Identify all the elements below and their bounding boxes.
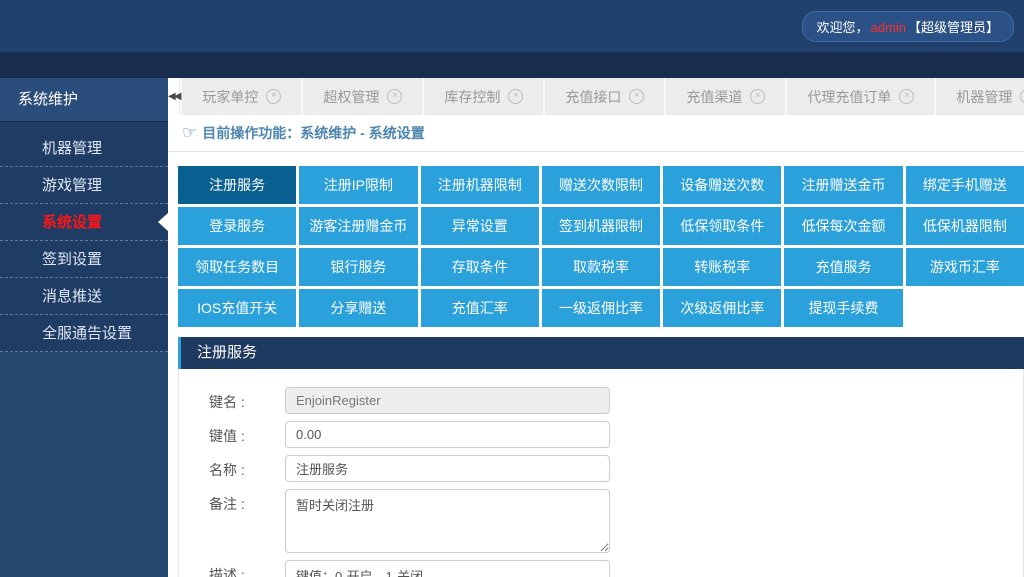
- tab-label: 库存控制: [444, 87, 500, 107]
- user-role: 【超级管理员】: [908, 20, 999, 35]
- form-field-remark: 备注 :: [209, 489, 1023, 553]
- field-input-name[interactable]: [285, 455, 610, 482]
- field-label-keyvalue: 键值 :: [209, 421, 271, 448]
- field-input-keyvalue[interactable]: [285, 421, 610, 448]
- sidebar-filler: [0, 352, 168, 577]
- tab-玩家单控[interactable]: 玩家单控 ×: [182, 78, 301, 115]
- sidebar-menu: 机器管理游戏管理系统设置签到设置消息推送全服通告设置: [0, 122, 168, 352]
- setting-button-次级返佣比率[interactable]: 次级返佣比率: [663, 289, 781, 327]
- app-body: 系统维护 机器管理游戏管理系统设置签到设置消息推送全服通告设置 ◀◀ 玩家单控×…: [0, 78, 1024, 577]
- setting-button-注册服务[interactable]: 注册服务: [178, 166, 296, 204]
- setting-button-提现手续费[interactable]: 提现手续费: [784, 289, 902, 327]
- content-area: ◀◀ 玩家单控 × 超权管理 × 库存控制 × 充值接口 × 充值渠道 × 代理充值订单 × 机器管理 ×…: [168, 78, 1024, 577]
- setting-button-登录服务[interactable]: 登录服务: [178, 207, 296, 245]
- tab-代理充值订单[interactable]: 代理充值订单 ×: [787, 78, 934, 115]
- setting-button-游戏币汇率[interactable]: 游戏币汇率: [906, 248, 1024, 286]
- setting-button-异常设置[interactable]: 异常设置: [421, 207, 539, 245]
- setting-button-低保领取条件[interactable]: 低保领取条件: [663, 207, 781, 245]
- tab-充值渠道[interactable]: 充值渠道 ×: [666, 78, 785, 115]
- tab-label: 超权管理: [323, 87, 379, 107]
- tab-label: 机器管理: [956, 87, 1012, 107]
- tab-label: 玩家单控: [202, 87, 258, 107]
- settings-button-grid: 注册服务注册IP限制注册机器限制赠送次数限制设备赠送次数注册赠送金币绑定手机赠送…: [178, 166, 1024, 327]
- sidebar-item-游戏管理[interactable]: 游戏管理: [0, 167, 168, 204]
- form-field-description: 描述 :: [209, 560, 1023, 577]
- setting-button-银行服务[interactable]: 银行服务: [299, 248, 417, 286]
- setting-button-分享赠送[interactable]: 分享赠送: [299, 289, 417, 327]
- username: admin: [869, 20, 908, 35]
- breadcrumb-text: 目前操作功能：系统维护 - 系统设置: [202, 123, 424, 143]
- tab-机器管理[interactable]: 机器管理 ×: [936, 78, 1024, 115]
- tab-超权管理[interactable]: 超权管理 ×: [303, 78, 422, 115]
- tab-充值接口[interactable]: 充值接口 ×: [545, 78, 664, 115]
- setting-button-取款税率[interactable]: 取款税率: [542, 248, 660, 286]
- sidebar-item-签到设置[interactable]: 签到设置: [0, 241, 168, 278]
- tab-close-icon[interactable]: ×: [899, 89, 914, 104]
- sidebar-item-机器管理[interactable]: 机器管理: [0, 130, 168, 167]
- setting-button-存取条件[interactable]: 存取条件: [421, 248, 539, 286]
- field-input-keyname[interactable]: [285, 387, 610, 414]
- section-header: 注册服务: [178, 337, 1024, 369]
- top-header: 欢迎您，admin【超级管理员】: [0, 0, 1024, 52]
- tab-close-icon[interactable]: ×: [750, 89, 765, 104]
- tab-close-icon[interactable]: ×: [266, 89, 281, 104]
- setting-button-领取任务数目[interactable]: 领取任务数目: [178, 248, 296, 286]
- sidebar-title: 系统维护: [0, 78, 168, 122]
- sidebar-item-系统设置[interactable]: 系统设置: [0, 204, 168, 241]
- setting-button-IOS充值开关[interactable]: IOS充值开关: [178, 289, 296, 327]
- tab-label: 充值接口: [565, 87, 621, 107]
- tabs-collapse-button[interactable]: ◀◀: [168, 78, 180, 115]
- form-field-keyvalue: 键值 :: [209, 421, 1023, 448]
- top-header-dark-strip: [0, 52, 1024, 78]
- sidebar-item-全服通告设置[interactable]: 全服通告设置: [0, 315, 168, 352]
- setting-button-注册IP限制[interactable]: 注册IP限制: [299, 166, 417, 204]
- sidebar: 系统维护 机器管理游戏管理系统设置签到设置消息推送全服通告设置: [0, 78, 168, 577]
- main-panel: 注册服务注册IP限制注册机器限制赠送次数限制设备赠送次数注册赠送金币绑定手机赠送…: [168, 152, 1024, 577]
- setting-button-注册赠送金币[interactable]: 注册赠送金币: [784, 166, 902, 204]
- tab-label: 充值渠道: [686, 87, 742, 107]
- field-label-remark: 备注 :: [209, 489, 271, 553]
- setting-button-低保每次金额[interactable]: 低保每次金额: [784, 207, 902, 245]
- setting-button-充值服务[interactable]: 充值服务: [784, 248, 902, 286]
- setting-button-低保机器限制[interactable]: 低保机器限制: [906, 207, 1024, 245]
- field-label-keyname: 键名 :: [209, 387, 271, 414]
- setting-button-绑定手机赠送[interactable]: 绑定手机赠送: [906, 166, 1024, 204]
- double-chevron-left-icon: ◀◀: [168, 91, 179, 102]
- form-field-name: 名称 :: [209, 455, 1023, 482]
- field-label-description: 描述 :: [209, 560, 271, 577]
- setting-button-充值汇率[interactable]: 充值汇率: [421, 289, 539, 327]
- welcome-badge[interactable]: 欢迎您，admin【超级管理员】: [802, 11, 1014, 42]
- setting-button-签到机器限制[interactable]: 签到机器限制: [542, 207, 660, 245]
- tab-close-icon[interactable]: ×: [1020, 89, 1024, 104]
- tab-库存控制[interactable]: 库存控制 ×: [424, 78, 543, 115]
- setting-button-设备赠送次数[interactable]: 设备赠送次数: [663, 166, 781, 204]
- form-field-keyname: 键名 :: [209, 387, 1023, 414]
- field-input-description[interactable]: [285, 560, 610, 577]
- breadcrumb: ☞ 目前操作功能：系统维护 - 系统设置: [168, 115, 1024, 152]
- field-input-remark[interactable]: [285, 489, 610, 553]
- field-label-name: 名称 :: [209, 455, 271, 482]
- setting-button-一级返佣比率[interactable]: 一级返佣比率: [542, 289, 660, 327]
- welcome-prefix: 欢迎您，: [817, 20, 869, 35]
- setting-button-赠送次数限制[interactable]: 赠送次数限制: [542, 166, 660, 204]
- sidebar-item-消息推送[interactable]: 消息推送: [0, 278, 168, 315]
- settings-form: 键名 : 键值 : 名称 : 备注 : 描述 :: [178, 369, 1024, 577]
- pointing-hand-icon: ☞: [182, 123, 197, 143]
- tab-label: 代理充值订单: [807, 87, 891, 107]
- tab-close-icon[interactable]: ×: [387, 89, 402, 104]
- setting-button-游客注册赠金币[interactable]: 游客注册赠金币: [299, 207, 417, 245]
- tab-close-icon[interactable]: ×: [629, 89, 644, 104]
- tab-close-icon[interactable]: ×: [508, 89, 523, 104]
- setting-button-转账税率[interactable]: 转账税率: [663, 248, 781, 286]
- tab-bar: ◀◀ 玩家单控 × 超权管理 × 库存控制 × 充值接口 × 充值渠道 × 代理充值订单 × 机器管理 ×…: [168, 78, 1024, 115]
- tab-bar-tabs: 玩家单控×超权管理×库存控制×充值接口×充值渠道×代理充值订单×机器管理×系统设…: [180, 78, 1024, 115]
- setting-button-注册机器限制[interactable]: 注册机器限制: [421, 166, 539, 204]
